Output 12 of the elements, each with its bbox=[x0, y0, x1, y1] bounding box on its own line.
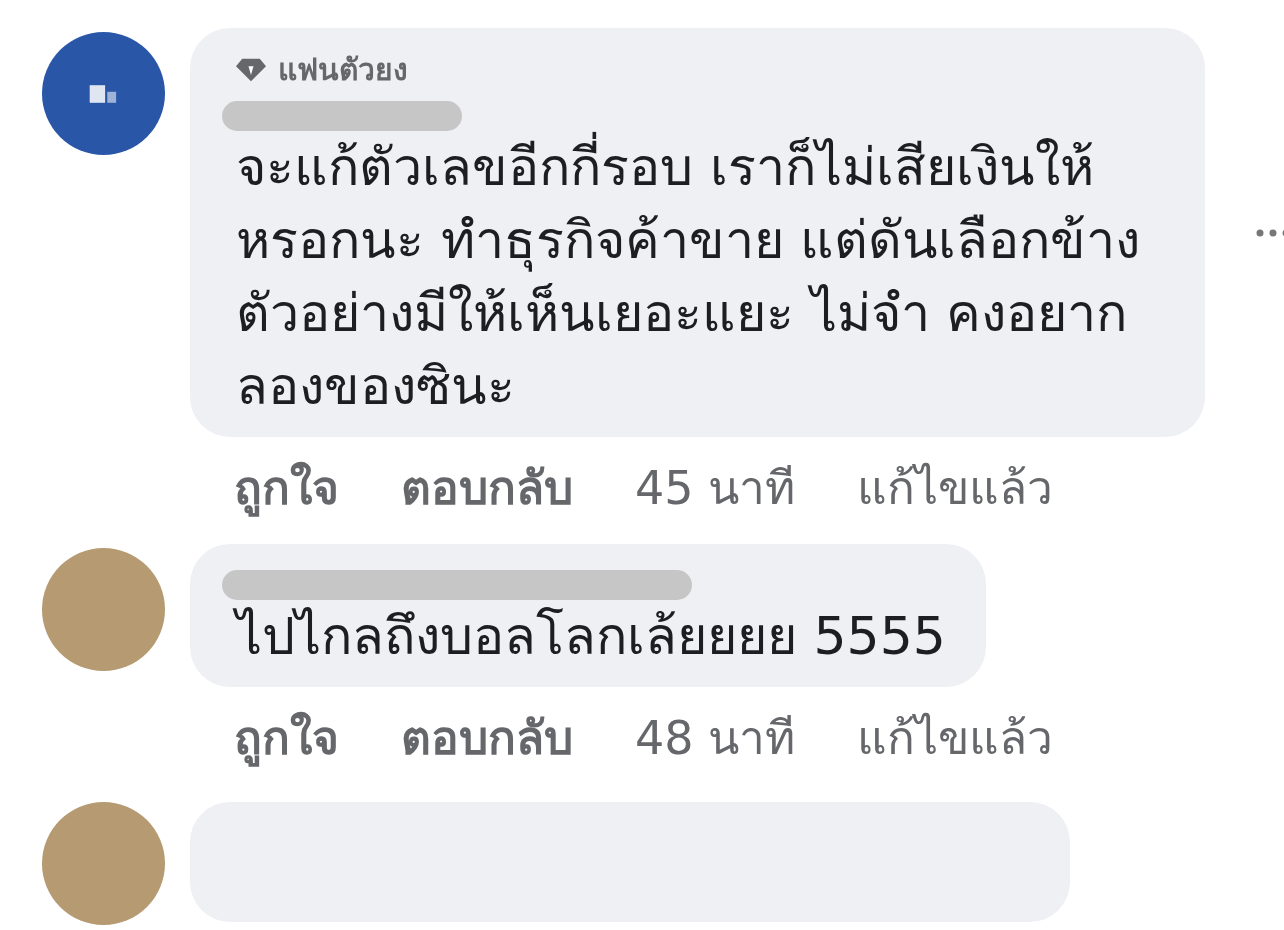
timestamp-link[interactable]: 48 นาที bbox=[635, 701, 796, 774]
timestamp-link[interactable]: 45 นาที bbox=[635, 451, 796, 524]
edited-label: แก้ไขแล้ว bbox=[857, 710, 1054, 767]
edited-label: แก้ไขแล้ว bbox=[857, 460, 1054, 517]
badge-label: แฟนตัวยง bbox=[278, 51, 408, 89]
comment-action-link[interactable]: ถูกใจ bbox=[234, 701, 339, 774]
diamond-icon bbox=[236, 56, 266, 83]
comment-action-link[interactable]: ตอบกลับ bbox=[401, 701, 573, 774]
comment-text: จะแก้ตัวเลขอีกกี่รอบ เราก็ไม่เสียเงินให้หรอกนะ ทำธุรกิจค้าขาย แต่ดันเลือกข้าง ตัวอย่างมีให้เห็นเยอะแยะ ไม่จำ คงอยากลองของซินะ bbox=[236, 131, 1165, 423]
comment-action-link[interactable]: ตอบกลับ bbox=[401, 451, 573, 524]
more-options-icon[interactable] bbox=[1255, 227, 1284, 238]
comment-action-link[interactable]: ถูกใจ bbox=[234, 451, 339, 524]
